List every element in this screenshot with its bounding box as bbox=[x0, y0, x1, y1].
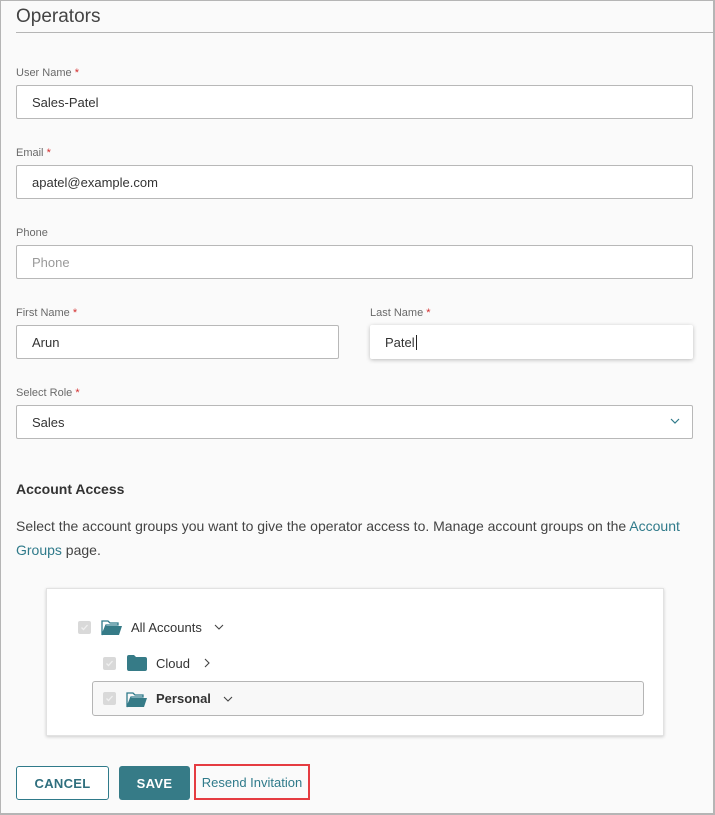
checkbox[interactable] bbox=[78, 620, 91, 634]
chevron-down-icon[interactable] bbox=[214, 622, 224, 632]
checkbox[interactable] bbox=[103, 656, 116, 670]
user-name-label-text: User Name bbox=[16, 67, 72, 79]
last-name-input[interactable]: Patel bbox=[370, 325, 693, 359]
first-name-label: First Name * bbox=[16, 307, 77, 319]
tree-item-label: Personal bbox=[156, 691, 211, 706]
chevron-down-icon[interactable] bbox=[223, 694, 233, 704]
email-input[interactable]: apatel@example.com bbox=[16, 165, 693, 199]
phone-placeholder: Phone bbox=[32, 254, 70, 270]
role-select[interactable]: Sales bbox=[16, 405, 693, 439]
last-name-label-text: Last Name bbox=[370, 307, 424, 319]
first-name-label-text: First Name bbox=[16, 307, 70, 319]
first-name-input[interactable]: Arun bbox=[16, 325, 339, 359]
required-mark: * bbox=[74, 67, 79, 79]
title-divider bbox=[16, 32, 713, 33]
tree-item-cloud[interactable]: Cloud bbox=[103, 651, 212, 675]
phone-label-text: Phone bbox=[16, 227, 48, 239]
user-name-value: Sales-Patel bbox=[32, 94, 99, 110]
folder-closed-icon bbox=[127, 655, 147, 671]
description-text: Select the account groups you want to gi… bbox=[16, 518, 630, 534]
save-button[interactable]: SAVE bbox=[119, 766, 190, 800]
page-title: Operators bbox=[16, 6, 101, 27]
email-label-text: Email bbox=[16, 147, 44, 159]
cancel-button[interactable]: CANCEL bbox=[16, 766, 109, 800]
last-name-label: Last Name * bbox=[370, 307, 431, 319]
check-icon bbox=[106, 660, 113, 666]
resend-invitation-link[interactable]: Resend Invitation bbox=[202, 775, 302, 790]
first-name-value: Arun bbox=[32, 334, 60, 350]
resend-highlight-box: Resend Invitation bbox=[194, 764, 310, 800]
last-name-value: Patel bbox=[385, 334, 415, 350]
tree-item-all-accounts[interactable]: All Accounts bbox=[78, 615, 224, 639]
check-icon bbox=[106, 695, 113, 702]
role-selected-value: Sales bbox=[32, 414, 65, 430]
email-label: Email * bbox=[16, 147, 51, 159]
operators-panel: Operators User Name * Sales-Patel Email … bbox=[0, 0, 715, 815]
phone-label: Phone bbox=[16, 227, 48, 239]
tree-item-personal[interactable]: Personal bbox=[92, 681, 644, 716]
role-label-text: Select Role bbox=[16, 387, 73, 399]
required-mark: * bbox=[426, 307, 431, 319]
email-value: apatel@example.com bbox=[32, 174, 158, 190]
text-cursor bbox=[415, 334, 417, 350]
folder-open-icon bbox=[126, 691, 147, 707]
checkbox[interactable] bbox=[103, 692, 116, 705]
chevron-right-icon[interactable] bbox=[202, 658, 212, 668]
tree-item-label: All Accounts bbox=[131, 619, 202, 635]
tree-item-label: Cloud bbox=[156, 655, 190, 671]
required-mark: * bbox=[46, 147, 51, 159]
user-name-input[interactable]: Sales-Patel bbox=[16, 85, 693, 119]
role-label: Select Role * bbox=[16, 387, 80, 399]
account-access-description: Select the account groups you want to gi… bbox=[16, 514, 696, 562]
check-icon bbox=[81, 624, 88, 630]
chevron-down-icon[interactable] bbox=[670, 416, 680, 426]
folder-open-icon bbox=[101, 620, 122, 636]
phone-input[interactable]: Phone bbox=[16, 245, 693, 279]
account-access-heading: Account Access bbox=[16, 481, 125, 497]
required-mark: * bbox=[72, 307, 78, 319]
description-suffix: page. bbox=[61, 542, 101, 558]
account-tree: All Accounts Cloud Personal bbox=[46, 588, 664, 736]
required-mark: * bbox=[75, 387, 80, 399]
user-name-label: User Name * bbox=[16, 67, 79, 79]
